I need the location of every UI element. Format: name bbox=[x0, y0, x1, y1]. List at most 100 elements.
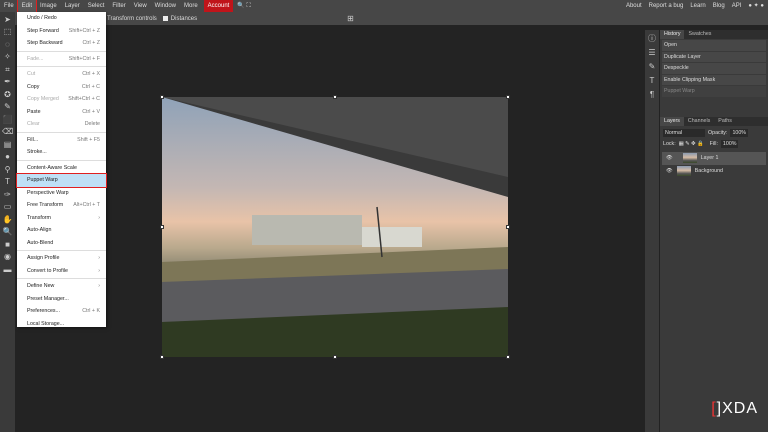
tool-icon[interactable]: ▬ bbox=[2, 265, 13, 275]
menu-item-copy[interactable]: Copy Ctrl + C bbox=[17, 81, 106, 94]
menu-item-undo-redo[interactable]: Undo / Redo bbox=[17, 12, 106, 25]
history-tabs: History Swatches bbox=[660, 30, 768, 39]
menu-item-perspective-warp[interactable]: Perspective Warp bbox=[17, 187, 106, 200]
menu-item-copy-merged[interactable]: Copy Merged Shift+Ctrl + C bbox=[17, 93, 106, 106]
tool-icon[interactable]: ◉ bbox=[2, 252, 13, 262]
eye-icon[interactable]: 👁 bbox=[666, 168, 673, 174]
tool-icon[interactable]: ➤ bbox=[2, 15, 13, 25]
tool-icon[interactable]: ⬛ bbox=[2, 115, 13, 125]
distances-checkbox[interactable] bbox=[162, 16, 168, 21]
transform-handle[interactable] bbox=[333, 355, 337, 359]
tool-icon[interactable]: ✒ bbox=[2, 77, 13, 87]
transform-handle[interactable] bbox=[506, 355, 510, 359]
menu-item-paste[interactable]: Paste Ctrl + V bbox=[17, 106, 106, 119]
menu-item-define-new[interactable]: Define New › bbox=[17, 280, 106, 293]
eye-icon[interactable]: 👁 bbox=[666, 155, 673, 161]
transform-handle[interactable] bbox=[160, 225, 164, 229]
menu-item-puppet-warp[interactable]: Puppet Warp bbox=[16, 173, 107, 188]
tool-icon[interactable]: T bbox=[2, 177, 13, 187]
history-item[interactable]: Open bbox=[662, 40, 766, 51]
menu-item-auto-blend[interactable]: Auto-Blend bbox=[17, 237, 106, 250]
tool-icon[interactable]: ✑ bbox=[2, 190, 13, 200]
tool-icon[interactable]: ◌ bbox=[2, 40, 13, 50]
menu-image[interactable]: Image bbox=[36, 0, 61, 12]
menu-edit[interactable]: Edit bbox=[16, 0, 38, 13]
menu-item-stroke[interactable]: Stroke... bbox=[17, 146, 106, 159]
menu-more[interactable]: More bbox=[180, 0, 202, 12]
menu-separator bbox=[17, 131, 106, 133]
tool-icon[interactable]: ⌫ bbox=[2, 127, 13, 137]
link-about[interactable]: About bbox=[626, 0, 642, 12]
menu-item-label: Step Forward bbox=[27, 27, 59, 34]
tool-icon[interactable]: ■ bbox=[2, 240, 13, 250]
link-report-a-bug[interactable]: Report a bug bbox=[649, 0, 684, 12]
fill-input[interactable]: 100% bbox=[720, 139, 739, 148]
menu-view[interactable]: View bbox=[130, 0, 151, 12]
transform-handle[interactable] bbox=[333, 95, 337, 99]
layer-row-background[interactable]: 👁 Background bbox=[662, 165, 766, 178]
tool-icon[interactable]: ✎ bbox=[2, 102, 13, 112]
distances-label[interactable]: Distances bbox=[171, 16, 197, 22]
menu-item-preset-manager[interactable]: Preset Manager... bbox=[17, 293, 106, 306]
social-icons[interactable]: ● ✦ ● bbox=[748, 0, 764, 12]
link-learn[interactable]: Learn bbox=[690, 0, 705, 12]
transform-handle[interactable] bbox=[506, 225, 510, 229]
menu-item-step-forward[interactable]: Step Forward Shift+Ctrl + Z bbox=[17, 25, 106, 38]
history-item[interactable]: Duplicate Layer bbox=[662, 51, 766, 62]
transform-handle[interactable] bbox=[506, 95, 510, 99]
menu-item-assign-profile[interactable]: Assign Profile › bbox=[17, 252, 106, 265]
menu-item-fill[interactable]: Fill... Shift + F5 bbox=[17, 134, 106, 147]
menu-item-preferences[interactable]: Preferences... Ctrl + K bbox=[17, 305, 106, 318]
tab-history[interactable]: History bbox=[660, 30, 685, 39]
tool-icon[interactable]: ▭ bbox=[2, 202, 13, 212]
document-image[interactable] bbox=[162, 97, 508, 357]
menu-item-auto-align[interactable]: Auto-Align bbox=[17, 224, 106, 237]
tab-channels[interactable]: Channels bbox=[684, 117, 714, 126]
transform-controls-label[interactable]: Transform controls bbox=[107, 16, 157, 22]
right-panel: History Swatches Open Duplicate Layer Desp… bbox=[660, 30, 768, 432]
menu-item-clear[interactable]: Clear Delete bbox=[17, 118, 106, 131]
menu-item-transform[interactable]: Transform › bbox=[17, 212, 106, 225]
menu-item-shortcut: › bbox=[98, 283, 100, 290]
menu-item-label: Step Backward bbox=[27, 40, 63, 47]
tab-layers[interactable]: Layers bbox=[660, 116, 684, 126]
tool-icon[interactable]: ✪ bbox=[2, 90, 13, 100]
link-api[interactable]: API bbox=[732, 0, 742, 12]
tool-icon[interactable]: ✧ bbox=[2, 52, 13, 62]
blend-mode-select[interactable]: Normal bbox=[663, 128, 705, 137]
link-blog[interactable]: Blog bbox=[713, 0, 725, 12]
history-item[interactable]: Enable Clipping Mask bbox=[662, 74, 766, 85]
menu-layer[interactable]: Layer bbox=[61, 0, 84, 12]
tool-icon[interactable]: ⬚ bbox=[2, 27, 13, 37]
tool-icon[interactable]: ⌗ bbox=[2, 65, 13, 75]
menu-item-content-aware-scale[interactable]: Content-Aware Scale bbox=[17, 162, 106, 175]
lock-icons[interactable]: ▦ ✎ ✥ 🔒 bbox=[679, 141, 707, 147]
transform-handle[interactable] bbox=[160, 355, 164, 359]
opacity-input[interactable]: 100% bbox=[730, 128, 748, 137]
tool-icon[interactable]: ✋ bbox=[2, 215, 13, 225]
tab-swatches[interactable]: Swatches bbox=[684, 30, 715, 39]
tool-icon[interactable]: ● bbox=[2, 152, 13, 162]
tool-icon[interactable]: 🔍 bbox=[2, 227, 13, 237]
layer-row-layer-1[interactable]: 👁 Layer 1 bbox=[662, 151, 766, 165]
menu-select[interactable]: Select bbox=[84, 0, 109, 12]
history-item[interactable]: Puppet Warp bbox=[662, 86, 766, 97]
menu-file[interactable]: File bbox=[0, 0, 18, 12]
layers-tabs: Layers Channels Paths bbox=[660, 116, 768, 126]
tool-icon[interactable]: ▤ bbox=[2, 140, 13, 150]
menu-item-fade[interactable]: Fade... Shift+Ctrl + F bbox=[17, 53, 106, 66]
search-icon[interactable]: 🔍 ⛶ bbox=[233, 0, 254, 12]
tool-icon[interactable]: ⚲ bbox=[2, 165, 13, 175]
grid-icon[interactable]: ⊞ bbox=[347, 14, 354, 23]
menu-filter[interactable]: Filter bbox=[108, 0, 129, 12]
menu-item-step-backward[interactable]: Step Backward Ctrl + Z bbox=[17, 37, 106, 50]
menu-item-free-transform[interactable]: Free Transform Alt+Ctrl + T bbox=[17, 199, 106, 212]
account-button[interactable]: Account bbox=[203, 0, 234, 12]
transform-handle[interactable] bbox=[160, 95, 164, 99]
menu-item-cut[interactable]: Cut Ctrl + X bbox=[17, 68, 106, 81]
menu-item-local-storage[interactable]: Local Storage... bbox=[17, 318, 106, 331]
menu-window[interactable]: Window bbox=[151, 0, 180, 12]
tab-paths[interactable]: Paths bbox=[714, 117, 736, 126]
menu-item-convert-to-profile[interactable]: Convert to Profile › bbox=[17, 265, 106, 278]
history-item[interactable]: Despeckle bbox=[662, 63, 766, 74]
